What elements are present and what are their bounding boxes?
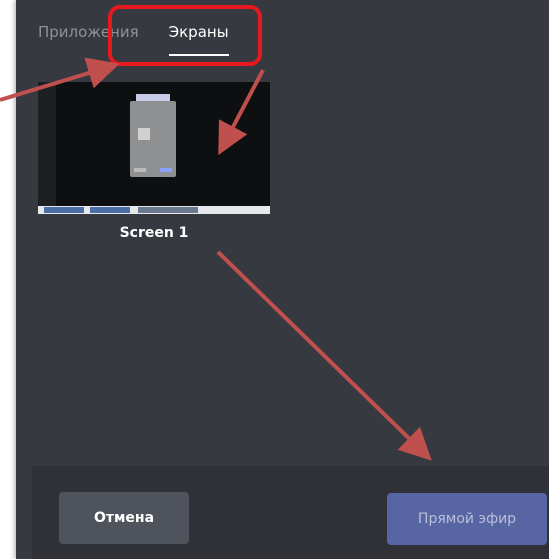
thumbnail-button: [134, 168, 146, 172]
dialog-footer: Отмена Прямой эфир: [32, 466, 549, 559]
cancel-button[interactable]: Отмена: [59, 492, 189, 544]
thumbnail-button: [160, 168, 172, 172]
screen-thumbnail[interactable]: [38, 82, 270, 214]
taskbar-item: [90, 207, 130, 213]
taskbar-item: [44, 207, 84, 213]
go-live-button[interactable]: Прямой эфир: [387, 493, 547, 545]
go-live-dialog: Приложения Экраны Screen 1 Отмена Прямой: [16, 0, 549, 559]
screenshot-page: Приложения Экраны Screen 1 Отмена Прямой: [0, 0, 549, 559]
screen-label: Screen 1: [119, 225, 189, 241]
thumbnail-dialog: [130, 101, 176, 177]
taskbar-item: [138, 207, 198, 213]
annotation-highlight-box: [108, 5, 262, 66]
thumbnail-card: [138, 128, 150, 140]
thumbnail-sidebar: [38, 82, 56, 206]
thumbnail-taskbar: [38, 206, 270, 214]
